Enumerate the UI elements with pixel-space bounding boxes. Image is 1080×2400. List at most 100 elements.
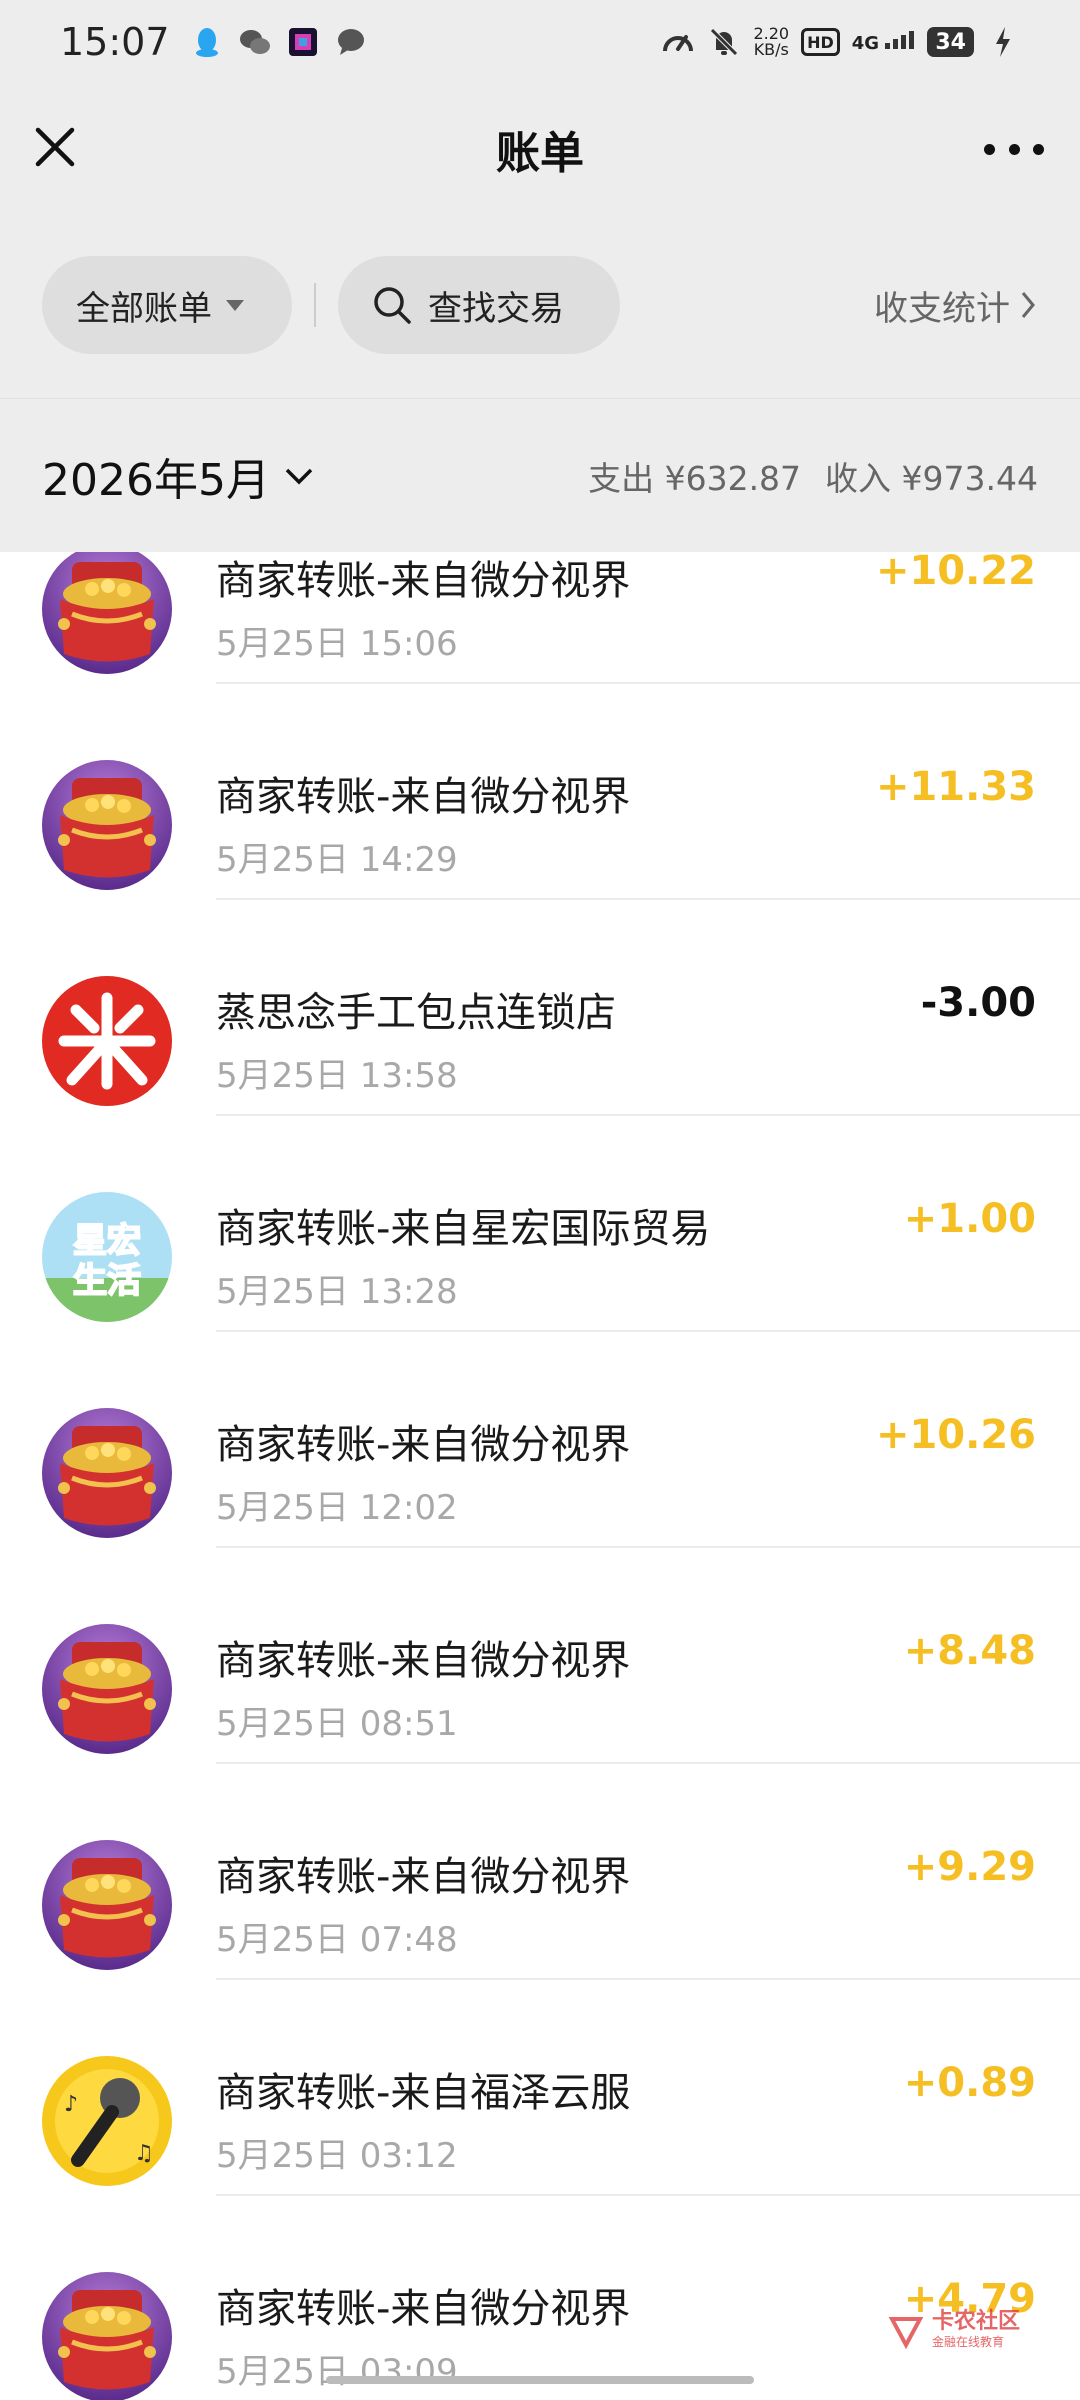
xinghong-life-icon: 星宏 生活: [42, 1192, 172, 1322]
charging-icon: [986, 25, 1020, 59]
stats-label: 收支统计: [874, 288, 1010, 329]
transaction-title: 商家转账-来自福泽云服: [216, 2070, 631, 2116]
transaction-amount: -3.00: [920, 980, 1036, 1026]
transaction-details: 商家转账-来自微分视界 5月25日 03:09 +4.79: [216, 2196, 1080, 2400]
transaction-row[interactable]: 蒸思念手工包点连锁店 5月25日 13:58 -3.00: [0, 900, 1080, 1116]
transaction-row[interactable]: 商家转账-来自微分视界 5月25日 14:29 +11.33: [0, 684, 1080, 900]
search-label: 查找交易: [428, 288, 564, 329]
qq-icon: [190, 25, 224, 59]
transaction-time: 5月25日 14:29: [216, 840, 458, 880]
notification-icons: [190, 25, 368, 59]
transaction-details: 商家转账-来自微分视界 5月25日 15:06 +10.22: [216, 552, 1080, 684]
watermark: 卡农社区 金融在线教育: [888, 2311, 1020, 2350]
svg-text:星宏: 星宏: [73, 1221, 141, 1261]
transaction-details: 商家转账-来自微分视界 5月25日 07:48 +9.29: [216, 1764, 1080, 1980]
svg-text:♪: ♪: [64, 2092, 78, 2117]
all-bills-label: 全部账单: [76, 288, 212, 329]
transaction-details: 商家转账-来自星宏国际贸易 5月25日 13:28 +1.00: [216, 1116, 1080, 1332]
transaction-title: 商家转账-来自星宏国际贸易: [216, 1206, 711, 1252]
transaction-title: 商家转账-来自微分视界: [216, 774, 631, 820]
transaction-row[interactable]: 商家转账-来自微分视界 5月25日 15:06 +10.22: [0, 552, 1080, 684]
close-icon: [35, 127, 75, 167]
transaction-row[interactable]: ♪ ♫ 商家转账-来自福泽云服 5月25日 03:12 +0.89: [0, 1980, 1080, 2196]
chevron-down-icon: [285, 468, 313, 484]
watermark-logo-icon: [888, 2316, 924, 2349]
all-bills-dropdown[interactable]: 全部账单: [42, 256, 292, 354]
expense-total: 支出 ¥632.87: [588, 458, 802, 498]
more-dot-icon: [984, 143, 995, 155]
filter-bar: 全部账单 查找交易 收支统计: [0, 256, 1080, 354]
transaction-row[interactable]: 商家转账-来自微分视界 5月25日 03:09 +4.79: [0, 2196, 1080, 2400]
watermark-text: 卡农社区: [931, 2309, 1020, 2334]
transaction-amount: +8.48: [903, 1628, 1036, 1674]
battery-icon: 34: [927, 27, 974, 57]
transaction-row[interactable]: 商家转账-来自微分视界 5月25日 12:02 +10.26: [0, 1332, 1080, 1548]
speedometer-icon: [661, 25, 695, 59]
network-speed: 2.20 KB/s: [753, 24, 790, 59]
treasure-chest-icon: [42, 1624, 172, 1754]
transaction-time: 5月25日 15:06: [216, 624, 458, 664]
search-transactions-button[interactable]: 查找交易: [338, 256, 620, 354]
transaction-amount: +11.33: [875, 764, 1036, 810]
home-indicator[interactable]: [326, 2376, 754, 2384]
status-bar: 15:07 2.20 KB/s HD 4G 34: [0, 0, 1080, 84]
signal-4g-icon: 4G: [852, 30, 916, 54]
transaction-row[interactable]: 商家转账-来自微分视界 5月25日 07:48 +9.29: [0, 1764, 1080, 1980]
treasure-chest-icon: [42, 552, 172, 674]
transaction-time: 5月25日 03:09: [216, 2352, 458, 2392]
mute-bell-icon: [707, 25, 741, 59]
close-button[interactable]: [30, 122, 80, 172]
transaction-time: 5月25日 03:12: [216, 2136, 458, 2176]
transaction-list[interactable]: 商家转账-来自微分视界 5月25日 15:06 +10.22 商家转账-来自微分视界…: [0, 552, 1080, 2400]
page-title: 账单: [496, 128, 584, 179]
transaction-title: 商家转账-来自微分视界: [216, 558, 631, 604]
transaction-title: 商家转账-来自微分视界: [216, 1854, 631, 1900]
transaction-title: 商家转账-来自微分视界: [216, 1422, 631, 1468]
svg-text:生活: 生活: [73, 1261, 141, 1301]
transaction-time: 5月25日 13:58: [216, 1056, 458, 1096]
transaction-list-content: 商家转账-来自微分视界 5月25日 15:06 +10.22 商家转账-来自微分视界…: [0, 552, 1080, 2400]
transaction-amount: +10.22: [875, 552, 1036, 594]
transaction-details: 商家转账-来自福泽云服 5月25日 03:12 +0.89: [216, 1980, 1080, 2196]
month-label: 2026年5月: [42, 454, 270, 506]
income-expense-stats-link[interactable]: 收支统计: [874, 281, 1038, 330]
treasure-chest-icon: [42, 1408, 172, 1538]
status-time: 15:07: [60, 20, 170, 64]
more-dot-icon: [1008, 143, 1020, 155]
transaction-time: 5月25日 12:02: [216, 1488, 458, 1528]
title-bar: 账单: [0, 84, 1080, 214]
watermark-subtext: 金融在线教育: [931, 2335, 1004, 2349]
treasure-chest-icon: [42, 1840, 172, 1970]
app-icon: [286, 25, 320, 59]
transaction-row[interactable]: 星宏 生活 商家转账-来自星宏国际贸易 5月25日 13:28 +1.00: [0, 1116, 1080, 1332]
transaction-title: 商家转账-来自微分视界: [216, 1638, 631, 1684]
more-options-button[interactable]: [984, 124, 1044, 174]
month-summary: 支出 ¥632.87 收入 ¥973.44: [588, 452, 1038, 500]
treasure-chest-icon: [42, 2272, 172, 2400]
transaction-title: 商家转账-来自微分视界: [216, 2286, 631, 2332]
transaction-amount: +10.26: [875, 1412, 1036, 1458]
more-dot-icon: [1033, 143, 1044, 155]
chevron-right-icon: [1021, 292, 1035, 318]
transaction-amount: +9.29: [903, 1844, 1036, 1890]
transaction-time: 5月25日 08:51: [216, 1704, 458, 1744]
transaction-details: 商家转账-来自微分视界 5月25日 12:02 +10.26: [216, 1332, 1080, 1548]
transaction-time: 5月25日 07:48: [216, 1920, 458, 1960]
transaction-amount: +0.89: [903, 2060, 1036, 2106]
income-total: 收入 ¥973.44: [825, 458, 1038, 498]
hd-badge: HD: [801, 28, 840, 56]
transaction-time: 5月25日 13:28: [216, 1272, 458, 1312]
transaction-details: 商家转账-来自微分视界 5月25日 08:51 +8.48: [216, 1548, 1080, 1764]
treasure-chest-icon: [42, 760, 172, 890]
transaction-amount: +1.00: [903, 1196, 1036, 1242]
caret-down-icon: [226, 299, 244, 311]
message-icon: [334, 25, 368, 59]
month-header: 2026年5月 支出 ¥632.87 收入 ¥973.44: [0, 398, 1080, 552]
month-picker[interactable]: 2026年5月: [42, 444, 314, 508]
wechat-icon: [238, 25, 272, 59]
transaction-row[interactable]: 商家转账-来自微分视界 5月25日 08:51 +8.48: [0, 1548, 1080, 1764]
search-icon: [374, 287, 411, 324]
microphone-icon: ♪ ♫: [42, 2056, 172, 2186]
divider: [314, 283, 316, 327]
transaction-details: 商家转账-来自微分视界 5月25日 14:29 +11.33: [216, 684, 1080, 900]
